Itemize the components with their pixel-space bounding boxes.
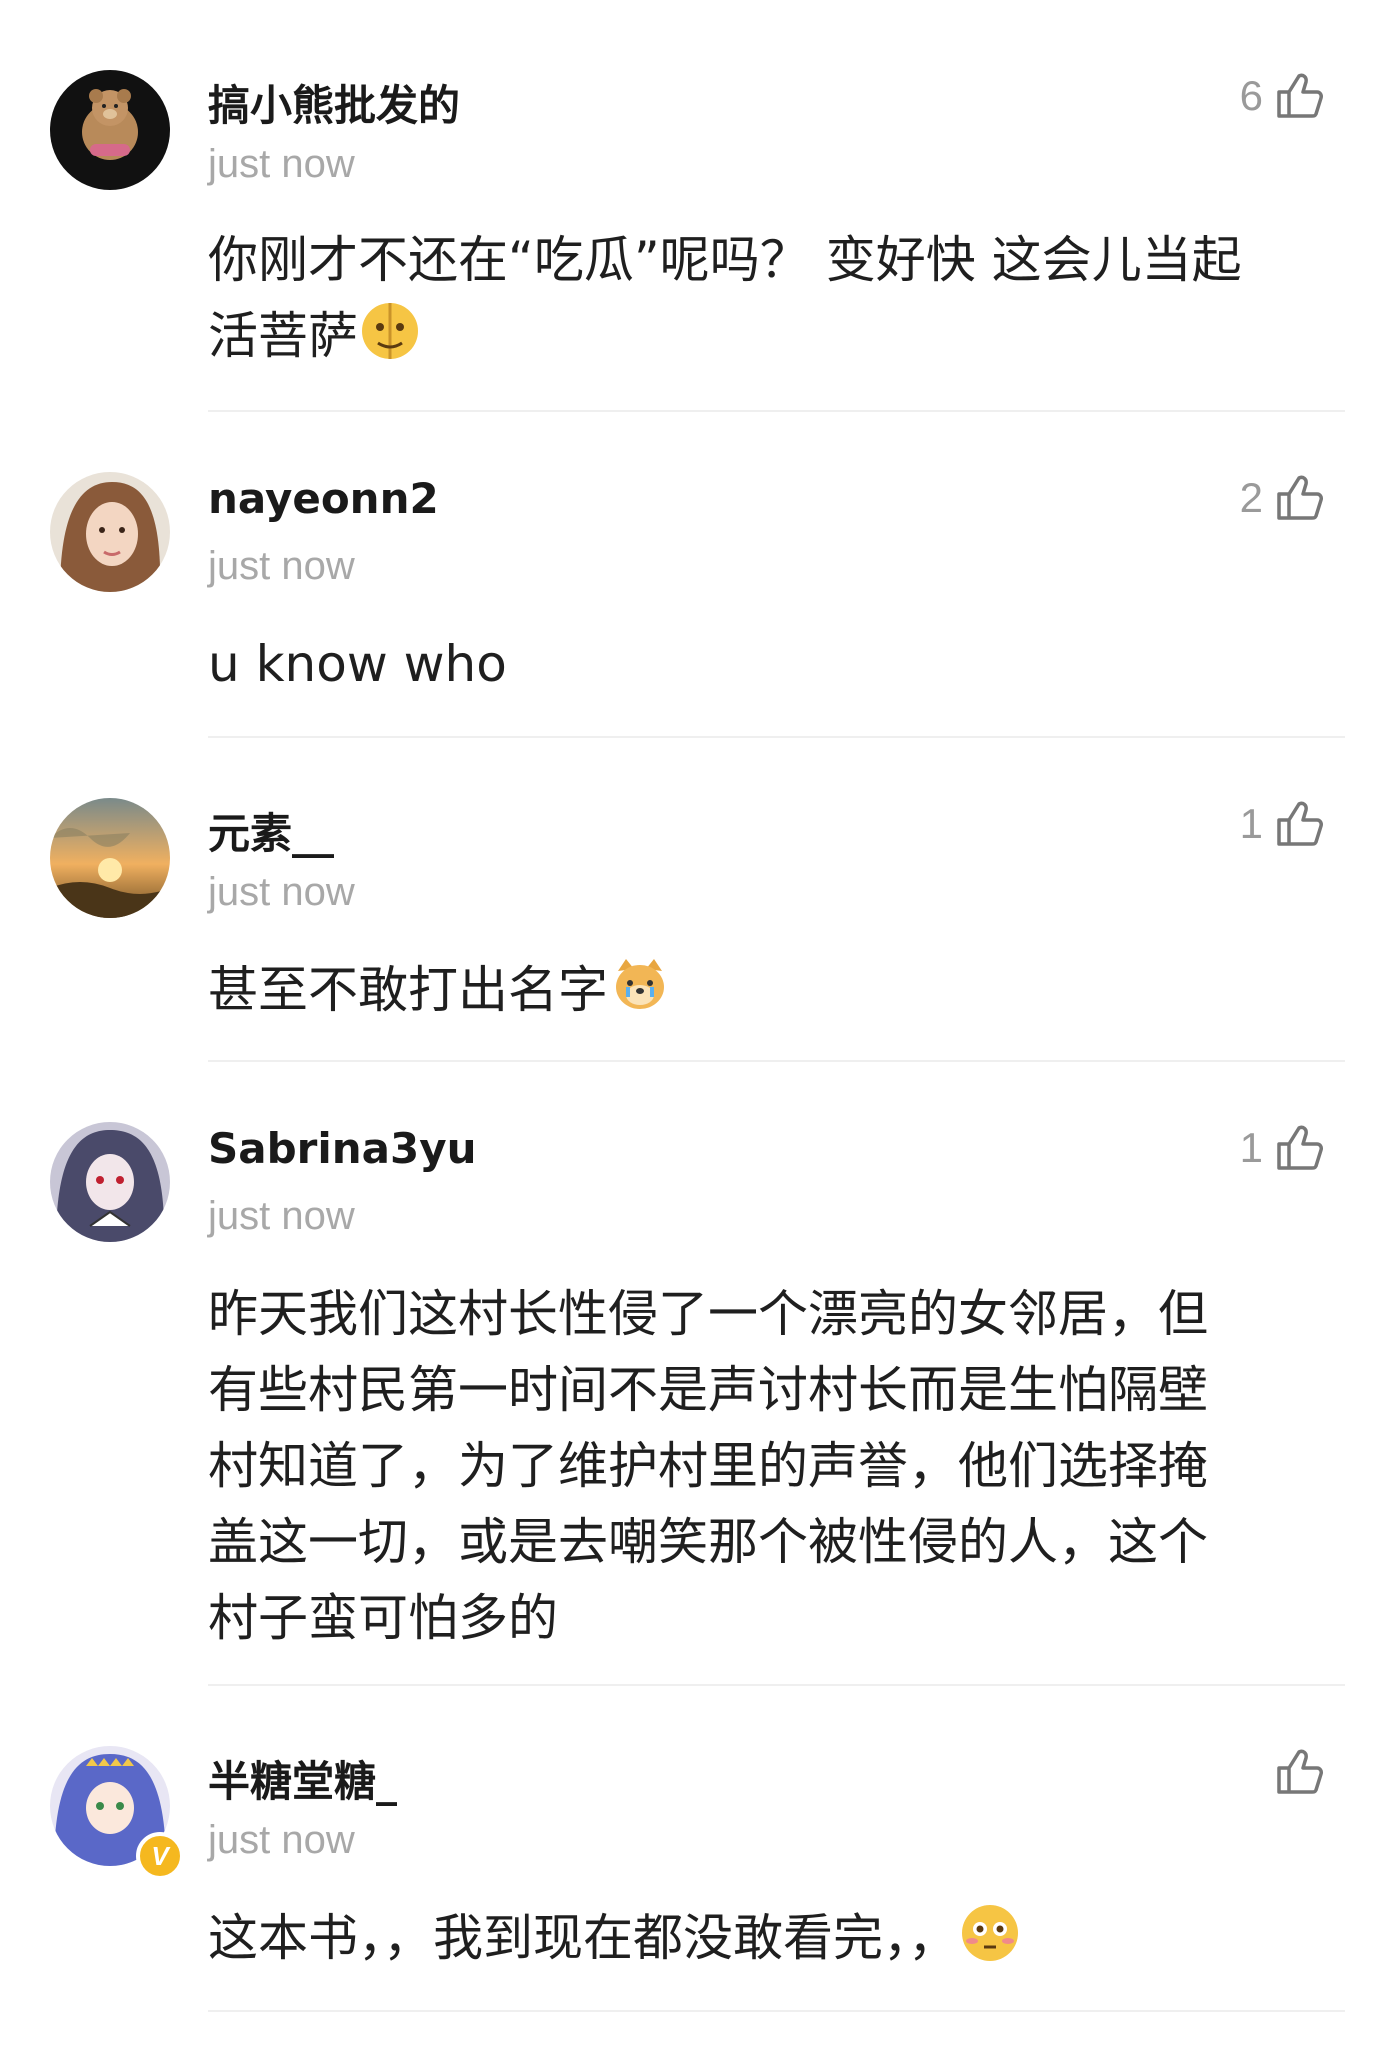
divider (208, 410, 1345, 412)
comment-text: 你刚才不还在“吃瓜”呢吗？ 变好快 这会儿当起 活菩萨 (208, 222, 1328, 374)
like-button[interactable] (1263, 1742, 1327, 1802)
avatar[interactable]: V (50, 1746, 184, 1880)
like-button[interactable]: 6 (1240, 66, 1327, 126)
timestamp: just now (208, 1194, 355, 1238)
comment-line: 这本书，，我到现在都没敢看完，， (208, 1909, 958, 1967)
anime-girl-avatar-icon (50, 1122, 170, 1242)
comment-line: 昨天我们这村长性侵了一个漂亮的女邻居，但 (208, 1285, 1208, 1343)
comment-line: 你刚才不还在“吃瓜”呢吗？ 变好快 这会儿当起 (208, 231, 1242, 289)
comment-line: 有些村民第一时间不是声讨村长而是生怕隔壁 (208, 1361, 1208, 1419)
thumbs-up-icon[interactable] (1271, 796, 1327, 852)
divider (208, 736, 1345, 738)
like-button[interactable]: 1 (1240, 794, 1327, 854)
comment-line: 活菩萨 (208, 307, 358, 365)
comment-line-with-emoji: 活菩萨 (208, 298, 1328, 374)
avatar[interactable] (50, 1122, 170, 1242)
comment-text: 甚至不敢打出名字 (208, 952, 1328, 1028)
timestamp: just now (208, 142, 355, 186)
comment-line-with-emoji: 甚至不敢打出名字 (208, 952, 1328, 1028)
username[interactable]: 搞小熊批发的 (208, 72, 460, 133)
like-count: 1 (1239, 800, 1263, 847)
comment-line: u know who (208, 635, 507, 693)
divider (208, 1060, 1345, 1062)
like-count: 1 (1239, 1124, 1263, 1171)
comment-line-with-emoji: 这本书，，我到现在都没敢看完，， (208, 1900, 1328, 1976)
username[interactable]: 元素__ (208, 800, 334, 861)
girl-photo-avatar-icon (50, 472, 170, 592)
teddy-bear-avatar-icon (50, 70, 170, 190)
comment-line: 盖这一切，或是去嘲笑那个被性侵的人，这个 (208, 1513, 1208, 1571)
like-count: 2 (1239, 474, 1263, 521)
thumbs-up-icon[interactable] (1271, 1744, 1327, 1800)
comment-line: 甚至不敢打出名字 (208, 961, 608, 1019)
timestamp: just now (208, 544, 355, 588)
sunset-avatar-icon (50, 798, 170, 918)
like-button[interactable]: 1 (1240, 1118, 1327, 1178)
username[interactable]: nayeonn2 (208, 474, 439, 523)
comment-line: 村子蛮可怕多的 (208, 1589, 558, 1647)
avatar[interactable] (50, 472, 170, 592)
thumbs-up-icon[interactable] (1271, 1120, 1327, 1176)
avatar[interactable] (50, 70, 170, 190)
like-count: 6 (1239, 72, 1263, 119)
crying-doge-emoji-icon (608, 953, 672, 1017)
comment-text: u know who (208, 626, 1328, 702)
timestamp: just now (208, 1818, 355, 1862)
comment-text: 这本书，，我到现在都没敢看完，， (208, 1900, 1328, 1976)
username[interactable]: 半糖堂糖_ (208, 1748, 397, 1809)
thumbs-up-icon[interactable] (1271, 68, 1327, 124)
thumbs-up-icon[interactable] (1271, 470, 1327, 526)
divider (208, 2010, 1345, 2012)
timestamp: just now (208, 870, 355, 914)
like-button[interactable]: 2 (1240, 468, 1327, 528)
flushed-face-emoji-icon (958, 1901, 1022, 1965)
divider (208, 1684, 1345, 1686)
username[interactable]: Sabrina3yu (208, 1124, 477, 1173)
verified-badge: V (136, 1832, 184, 1880)
avatar[interactable] (50, 798, 170, 918)
comment-text: 昨天我们这村长性侵了一个漂亮的女邻居，但 有些村民第一时间不是声讨村长而是生怕隔… (208, 1276, 1328, 1656)
comment-line: 村知道了，为了维护村里的声誉，他们选择掩 (208, 1437, 1208, 1495)
split-face-emoji-icon (358, 299, 422, 363)
